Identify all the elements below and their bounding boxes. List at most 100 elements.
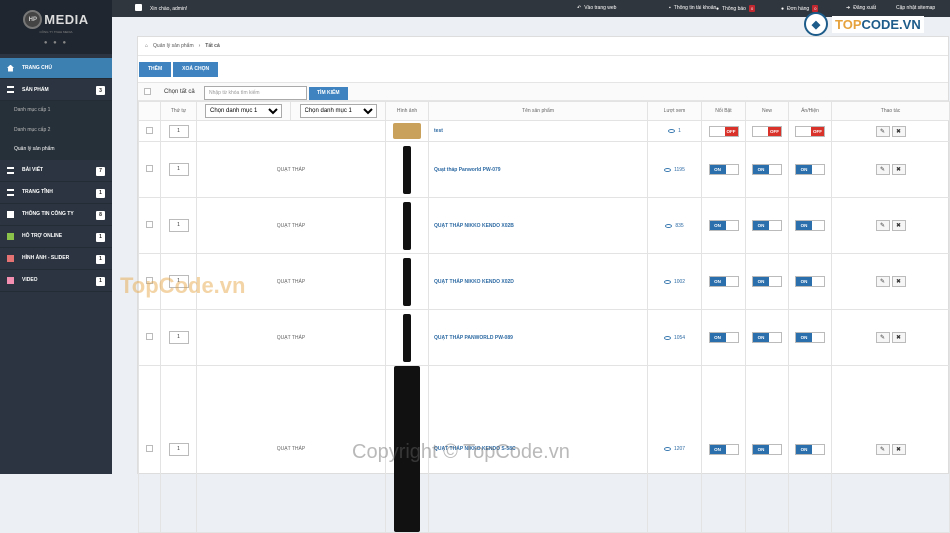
order-input[interactable]: 1 xyxy=(168,124,189,138)
edit-icon[interactable]: ✎ xyxy=(875,125,890,137)
column-header: Hình ảnh xyxy=(385,101,429,121)
views-value: 1 xyxy=(678,128,681,134)
watermark: TopCode.vn xyxy=(120,273,246,298)
account-link[interactable]: ▪ Thông tin tài khoản xyxy=(669,5,716,11)
search-button[interactable]: TÌM KIẾM xyxy=(309,87,348,100)
search-input[interactable]: Nhập từ khóa tìm kiếm xyxy=(204,86,307,100)
logo[interactable]: HP MEDIA CÔNG TY TNHH MEDIA ● ● ● xyxy=(0,0,112,54)
greeting: Xin chào, admin! xyxy=(150,6,188,12)
view-site-link[interactable]: ↶ Vào trang web xyxy=(577,5,616,11)
visibility-toggle[interactable]: ON xyxy=(795,164,825,175)
product-name-link[interactable]: Quạt tháp Panworld PW-079 xyxy=(428,141,648,198)
edit-icon[interactable]: ✎ xyxy=(875,443,890,455)
arrow-icon: ↶ xyxy=(577,5,582,11)
sidebar-item-home[interactable]: TRANG CHỦ xyxy=(0,58,112,79)
add-button[interactable]: THÊM xyxy=(139,61,172,77)
new-toggle[interactable]: ON xyxy=(752,164,782,175)
sidebar-item-video[interactable]: VIDEO 1 xyxy=(0,270,112,292)
logo-subtitle: CÔNG TY TNHH MEDIA xyxy=(39,30,73,34)
sidebar-item-posts[interactable]: BÀI VIẾT 7 xyxy=(0,160,112,182)
products-table: Thứ tự Chọn danh mục 1 Chọn danh mục 1 H… xyxy=(138,101,950,533)
row-checkbox[interactable] xyxy=(146,165,153,172)
visibility-toggle[interactable]: ON xyxy=(795,443,825,455)
product-name-link[interactable]: QUẠT THÁP NIKKO KENDO X02B xyxy=(428,197,648,254)
order-input[interactable]: 1 xyxy=(168,442,189,456)
select-all-checkbox[interactable] xyxy=(144,88,151,95)
delete-icon[interactable]: ✖ xyxy=(891,164,906,175)
delete-icon[interactable]: ✖ xyxy=(891,220,906,231)
featured-toggle[interactable]: ON xyxy=(708,276,739,287)
sidebar-item-static[interactable]: TRANG TĨNH 1 xyxy=(0,182,112,204)
product-name-link[interactable]: test xyxy=(428,120,648,142)
notifications-link[interactable]: ● Thông báo 0 xyxy=(716,5,756,12)
product-name-link[interactable]: QUẠT THÁP PANWORLD PW-089 xyxy=(428,309,648,366)
breadcrumb-link[interactable]: Quản lý sản phẩm xyxy=(153,43,194,49)
edit-icon[interactable]: ✎ xyxy=(875,220,890,231)
new-toggle[interactable]: OFF xyxy=(752,125,782,137)
orders-link[interactable]: ● Đơn hàng 0 xyxy=(781,5,819,12)
sidebar-item-label: SẢN PHẨM xyxy=(22,86,49,93)
table-row: 1 QUẠT THÁP QUẠT THÁP NIKKO KENDO X02B 835 O… xyxy=(138,197,950,254)
sidebar-item-company[interactable]: THÔNG TIN CÔNG TY 8 xyxy=(0,204,112,226)
order-input[interactable]: 1 xyxy=(168,163,189,176)
count-badge: 3 xyxy=(96,86,105,95)
sitemap-link[interactable]: Cập nhật sitemap xyxy=(896,5,935,11)
column-header: Nổi Bật xyxy=(701,101,746,121)
visibility-toggle[interactable]: OFF xyxy=(795,125,825,137)
visibility-toggle[interactable]: ON xyxy=(795,332,825,343)
product-name-link[interactable]: QUẠT THÁP NIKKO KENDO X02D xyxy=(428,253,648,310)
product-thumbnail xyxy=(393,123,421,139)
breadcrumb-current: Tất cả xyxy=(205,43,220,49)
delete-selected-button[interactable]: XOÁ CHỌN xyxy=(173,61,219,77)
order-input[interactable]: 1 xyxy=(168,219,189,232)
featured-toggle[interactable]: ON xyxy=(708,220,739,231)
featured-toggle[interactable]: OFF xyxy=(708,125,739,137)
featured-toggle[interactable]: ON xyxy=(708,164,739,175)
sidebar-item-slider[interactable]: HÌNH ẢNH - SLIDER 1 xyxy=(0,248,112,270)
column-header: New xyxy=(745,101,789,121)
delete-icon[interactable]: ✖ xyxy=(891,276,906,287)
topcode-logo: ◆ TOPCODE.VN xyxy=(804,12,924,36)
support-icon xyxy=(7,232,14,240)
featured-toggle[interactable]: ON xyxy=(708,443,739,455)
home-icon: ⌂ xyxy=(145,43,149,49)
row-checkbox[interactable] xyxy=(146,444,153,452)
category1-select[interactable]: Chọn danh mục 1 xyxy=(205,104,282,118)
sidebar-submenu: Danh mục cấp 1 Danh mục cấp 2 Quản lý sả… xyxy=(0,101,112,160)
new-toggle[interactable]: ON xyxy=(752,332,782,343)
edit-icon[interactable]: ✎ xyxy=(875,276,890,287)
sidebar-item-support[interactable]: HỖ TRỢ ONLINE 1 xyxy=(0,226,112,248)
visibility-toggle[interactable]: ON xyxy=(795,276,825,287)
views-count: 835 xyxy=(648,223,701,229)
sidebar-subitem-manage[interactable]: Quản lý sản phẩm xyxy=(0,140,112,160)
toggle-on-label: ON xyxy=(753,221,769,230)
sidebar-item-products[interactable]: SẢN PHẨM 3 xyxy=(0,79,112,101)
edit-icon[interactable]: ✎ xyxy=(875,164,890,175)
toggle-on-label: ON xyxy=(709,277,726,286)
delete-icon[interactable]: ✖ xyxy=(891,125,906,137)
column-header: Lượt xem xyxy=(647,101,702,121)
delete-icon[interactable]: ✖ xyxy=(891,332,906,343)
row-checkbox[interactable] xyxy=(146,221,153,228)
visibility-toggle[interactable]: ON xyxy=(795,220,825,231)
sidebar-subitem-cat1[interactable]: Danh mục cấp 1 xyxy=(0,101,112,121)
toggle-on-label: ON xyxy=(753,333,769,342)
sidebar-subitem-cat2[interactable]: Danh mục cấp 2 xyxy=(0,121,112,141)
order-input[interactable]: 1 xyxy=(168,331,189,344)
filter-bar: Chọn tất cả Nhập từ khóa tìm kiếm TÌM KI… xyxy=(138,82,948,101)
sidebar-item-label: HỖ TRỢ ONLINE xyxy=(22,233,63,239)
row-checkbox[interactable] xyxy=(146,126,153,134)
delete-icon[interactable]: ✖ xyxy=(891,443,906,455)
category2-select[interactable]: Chọn danh mục 1 xyxy=(299,104,377,118)
sidebar-item-label: BÀI VIẾT xyxy=(22,167,44,173)
logout-link[interactable]: ➜ Đăng xuất xyxy=(846,5,876,11)
brand-word: CODE.VN xyxy=(861,16,921,32)
product-thumbnail xyxy=(403,145,411,194)
row-checkbox[interactable] xyxy=(146,333,153,340)
new-toggle[interactable]: ON xyxy=(752,276,782,287)
featured-toggle[interactable]: ON xyxy=(708,332,739,343)
new-toggle[interactable]: ON xyxy=(752,220,782,231)
views-count: 1 xyxy=(648,128,701,134)
new-toggle[interactable]: ON xyxy=(752,443,782,455)
edit-icon[interactable]: ✎ xyxy=(875,332,890,343)
